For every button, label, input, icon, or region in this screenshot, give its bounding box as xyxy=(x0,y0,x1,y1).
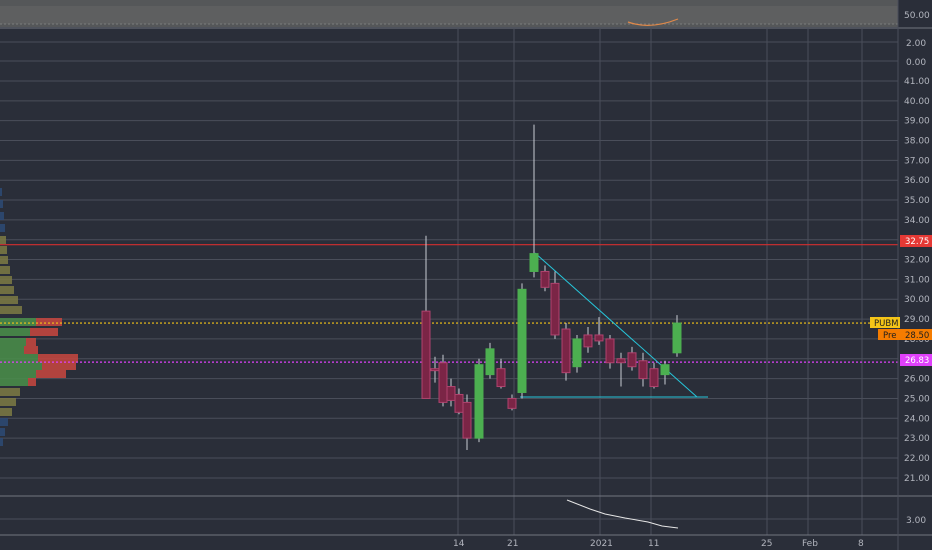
volume-profile-bar-sell xyxy=(36,318,62,326)
candle-down xyxy=(430,368,440,372)
date-label: 11 xyxy=(648,539,659,549)
date-label: 14 xyxy=(453,539,465,549)
price-tick-label: 32.00 xyxy=(904,256,930,266)
price-tick-label: 35.00 xyxy=(904,196,930,206)
volume-profile-bar xyxy=(0,256,8,264)
price-tick-label: 24.00 xyxy=(904,414,930,424)
volume-profile-bar xyxy=(0,418,8,426)
volume-profile-bar xyxy=(0,398,16,406)
date-label: 2021 xyxy=(590,539,613,549)
volume-profile-bar xyxy=(0,306,22,314)
candle-down xyxy=(540,270,550,288)
volume-profile-bar xyxy=(0,328,30,336)
price-tick-label: 34.00 xyxy=(904,216,930,226)
volume-profile-bar-sell xyxy=(42,362,76,370)
bottom-pane-tick: 3.00 xyxy=(906,516,926,526)
date-label: Feb xyxy=(802,539,818,549)
volume-profile-bar xyxy=(0,296,18,304)
volume-profile-bar xyxy=(0,338,26,346)
volume-profile-bar xyxy=(0,438,3,446)
volume-profile-bar xyxy=(0,286,14,294)
price-tick-label: 31.00 xyxy=(904,275,930,285)
price-tick-label: 26.00 xyxy=(904,375,930,385)
pink-tag: 26.83 xyxy=(905,356,929,366)
candle-down xyxy=(454,393,464,413)
price-tick-label: 30.00 xyxy=(904,295,930,305)
price-tick-label: 39.00 xyxy=(904,117,930,127)
volume-profile-bar xyxy=(0,354,38,362)
top-pane-tick: 50.00 xyxy=(904,11,930,21)
pre-label: Pre xyxy=(883,331,897,341)
candle-down xyxy=(583,334,593,348)
price-tick-label: 40.00 xyxy=(904,97,930,107)
chart-canvas[interactable]: 50.00 2.00 0.00 21.00 3.00 41.00 40.00 39.… xyxy=(0,0,932,550)
candle-down xyxy=(446,386,456,401)
volume-profile-bar xyxy=(0,200,3,208)
date-axis[interactable]: 14 21 2021 11 25 Feb 8 xyxy=(453,539,864,549)
candle-down xyxy=(638,360,648,380)
candle-down xyxy=(627,352,637,368)
volume-profile-bar-sell xyxy=(38,354,78,362)
volume-profile-bar xyxy=(0,266,10,274)
candle-up xyxy=(517,288,527,393)
price-tick-label: 23.00 xyxy=(904,434,930,444)
candle-down xyxy=(594,334,604,342)
candle-up xyxy=(572,338,582,368)
candle-up xyxy=(485,348,495,376)
candle-up xyxy=(474,364,484,439)
candle-down xyxy=(616,358,626,364)
pre-value: 28.50 xyxy=(905,331,929,341)
volume-profile-bar-sell xyxy=(36,370,66,378)
volume-profile-bar xyxy=(0,236,6,244)
resistance-tag: 32.75 xyxy=(905,237,929,247)
date-label: 25 xyxy=(761,539,772,549)
volume-profile-bar xyxy=(0,388,20,396)
mid-pane-tick: 0.00 xyxy=(906,58,926,68)
candle-down xyxy=(507,397,517,409)
top-pane-band-inner xyxy=(0,6,898,24)
date-label: 8 xyxy=(858,539,864,549)
volume-profile-bar xyxy=(0,408,12,416)
candle-up xyxy=(660,364,670,376)
candle-down xyxy=(605,338,615,364)
candle-down xyxy=(462,401,472,439)
volume-profile-bar xyxy=(0,246,7,254)
volume-profile-bar xyxy=(0,378,28,386)
candle-down xyxy=(496,368,506,388)
price-tick-label: 36.00 xyxy=(904,176,930,186)
volume-profile-bar-sell xyxy=(26,338,36,346)
price-tick-label: 37.00 xyxy=(904,156,930,166)
price-tick-label: 41.00 xyxy=(904,77,930,87)
volume-profile-bar xyxy=(0,318,36,326)
candle-up xyxy=(529,253,539,272)
price-tick-label: 25.00 xyxy=(904,394,930,404)
candle-up xyxy=(672,322,682,354)
volume-profile-bar-sell xyxy=(28,378,36,386)
volume-profile-bar xyxy=(0,276,12,284)
price-tick-label: 29.00 xyxy=(904,315,930,325)
volume-profile-bar xyxy=(0,370,36,378)
volume-profile-bar xyxy=(0,428,5,436)
candle-down xyxy=(438,362,448,403)
volume-profile-bar xyxy=(0,346,24,354)
volume-profile-bar-sell xyxy=(30,328,58,336)
chart-background xyxy=(0,0,932,550)
candle-down xyxy=(649,368,659,388)
candle-down xyxy=(561,328,571,374)
volume-profile-bar xyxy=(0,212,4,220)
volume-profile-bar-sell xyxy=(24,346,38,354)
candle-down xyxy=(550,282,560,336)
volume-profile-bar xyxy=(0,188,2,196)
ticker-tag: PUBM xyxy=(874,319,899,329)
mid-pane-tick: 2.00 xyxy=(906,39,926,49)
price-tick-label: 22.00 xyxy=(904,454,930,464)
price-tick-label: 38.00 xyxy=(904,137,930,147)
volume-profile-bar xyxy=(0,224,5,232)
top-pane xyxy=(0,0,932,29)
candle-down xyxy=(421,310,431,399)
volume-profile-bar xyxy=(0,362,42,370)
date-label: 21 xyxy=(507,539,518,549)
bottom-pane-tick: 21.00 xyxy=(904,474,930,484)
